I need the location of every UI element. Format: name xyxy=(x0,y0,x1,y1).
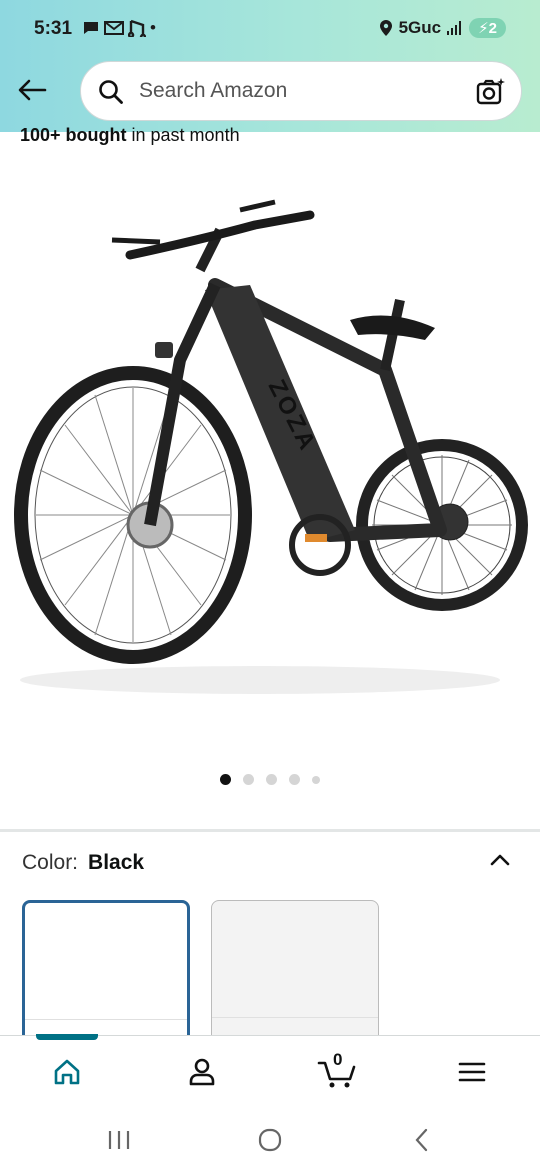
recent-apps-icon xyxy=(108,1131,130,1149)
bought-count: 100+ bought xyxy=(20,125,127,145)
message-icon xyxy=(84,22,98,34)
nav-cart[interactable]: 0 xyxy=(315,1050,359,1092)
battery-level: 2 xyxy=(488,20,497,37)
front-wheel xyxy=(14,366,252,664)
section-divider xyxy=(0,829,540,832)
carousel-dot-3[interactable] xyxy=(266,774,277,785)
status-dot: • xyxy=(150,18,156,37)
status-right: 5Guc ⚡2 xyxy=(379,18,506,38)
battery-badge: ⚡2 xyxy=(469,18,506,38)
carousel-dot-5[interactable] xyxy=(312,775,320,784)
back-button[interactable] xyxy=(14,72,50,108)
network-label: 5Guc xyxy=(398,18,442,37)
search-icon xyxy=(99,80,123,104)
arrow-left-icon xyxy=(18,79,47,101)
carousel-dot-4[interactable] xyxy=(289,774,300,785)
home-circle-icon xyxy=(258,1128,282,1152)
swatch-divider xyxy=(212,1017,378,1018)
color-selector-header[interactable]: Color: Black xyxy=(22,851,144,875)
location-icon xyxy=(379,20,392,36)
system-navigation-bar xyxy=(0,1109,540,1170)
status-time: 5:31 xyxy=(34,18,73,39)
carousel-dot-2[interactable] xyxy=(243,774,254,785)
camera-search-icon[interactable] xyxy=(475,76,507,108)
cart-count: 0 xyxy=(333,1050,343,1069)
bike-shadow xyxy=(20,666,500,694)
nav-account[interactable] xyxy=(182,1052,222,1092)
notification-icons: • xyxy=(82,18,156,38)
home-system-button[interactable] xyxy=(255,1125,285,1155)
active-tab-indicator xyxy=(36,1034,98,1040)
bought-in-past-month: 100+ bought in past month xyxy=(20,125,240,146)
signal-icon xyxy=(447,21,462,35)
search-bar[interactable] xyxy=(80,61,522,121)
gmail-icon xyxy=(104,21,124,35)
swatch-divider xyxy=(25,1019,187,1020)
bought-suffix: in past month xyxy=(126,125,240,145)
music-icon xyxy=(128,19,146,37)
color-swatch-selected[interactable] xyxy=(22,900,190,1050)
chevron-left-icon xyxy=(415,1128,428,1152)
carousel-dot-1[interactable] xyxy=(220,774,231,785)
color-label: Color: xyxy=(22,851,79,874)
product-image[interactable]: ZOZA xyxy=(0,170,540,730)
nav-menu[interactable] xyxy=(452,1052,492,1092)
recent-apps-button[interactable] xyxy=(104,1125,134,1155)
color-swatch[interactable] xyxy=(211,900,379,1050)
status-bar: 5:31 • 5Guc ⚡2 xyxy=(0,0,540,60)
search-input[interactable] xyxy=(139,62,459,120)
color-value: Black xyxy=(88,851,145,874)
image-carousel-dots[interactable] xyxy=(0,774,540,785)
menu-icon xyxy=(458,1062,486,1082)
bottom-navigation: 0 xyxy=(0,1034,540,1109)
account-icon xyxy=(189,1058,215,1086)
chevron-up-icon[interactable] xyxy=(488,848,512,872)
nav-home[interactable] xyxy=(47,1052,87,1092)
system-back-button[interactable] xyxy=(407,1125,437,1155)
home-icon xyxy=(54,1059,80,1085)
